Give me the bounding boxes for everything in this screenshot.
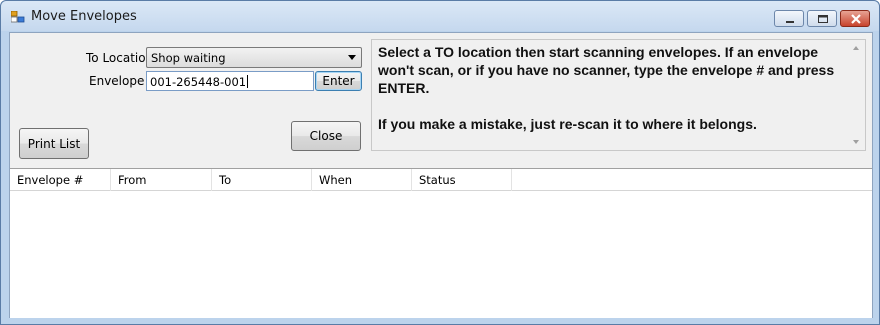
- close-icon: [851, 14, 861, 24]
- column-header-status[interactable]: Status: [412, 169, 512, 191]
- instructions-line-1: Select a TO location then start scanning…: [378, 44, 835, 96]
- envelopes-list[interactable]: Envelope # From To When Status: [10, 168, 872, 318]
- envelope-input-value: 001-265448-001: [150, 75, 247, 89]
- text-caret: [247, 75, 249, 88]
- column-header-from[interactable]: From: [111, 169, 212, 191]
- column-header-to[interactable]: To: [212, 169, 312, 191]
- chevron-down-icon: [348, 55, 356, 60]
- to-location-label: To Location: [86, 51, 154, 65]
- scroll-up-icon[interactable]: [853, 46, 859, 50]
- to-location-dropdown[interactable]: Shop waiting: [146, 47, 362, 68]
- column-header-envelope[interactable]: Envelope #: [10, 169, 111, 191]
- window-title: Move Envelopes: [31, 9, 137, 24]
- form-client-area: To Location Shop waiting Envelope # 001-…: [9, 32, 873, 318]
- envelope-input[interactable]: 001-265448-001: [146, 71, 314, 91]
- minimize-button[interactable]: [774, 10, 804, 27]
- instructions-line-2: If you make a mistake, just re-scan it t…: [378, 116, 757, 132]
- list-header: Envelope # From To When Status: [10, 169, 872, 191]
- maximize-icon: [818, 15, 828, 23]
- app-form-icon: [11, 11, 25, 23]
- print-list-button[interactable]: Print List: [19, 128, 89, 159]
- enter-button[interactable]: Enter: [315, 71, 362, 91]
- move-envelopes-window: Move Envelopes To Location Shop waiting …: [0, 0, 880, 325]
- to-location-value: Shop waiting: [151, 51, 226, 65]
- column-header-when[interactable]: When: [312, 169, 412, 191]
- maximize-button[interactable]: [807, 10, 837, 27]
- close-button[interactable]: Close: [291, 121, 361, 151]
- instructions-scrollbar[interactable]: [848, 40, 865, 150]
- scroll-down-icon[interactable]: [853, 140, 859, 144]
- instructions-textbox[interactable]: Select a TO location then start scanning…: [371, 39, 866, 151]
- minimize-icon: [786, 21, 794, 23]
- title-bar[interactable]: Move Envelopes: [1, 1, 879, 31]
- instructions-text: Select a TO location then start scanning…: [378, 43, 848, 151]
- close-window-button[interactable]: [840, 10, 870, 27]
